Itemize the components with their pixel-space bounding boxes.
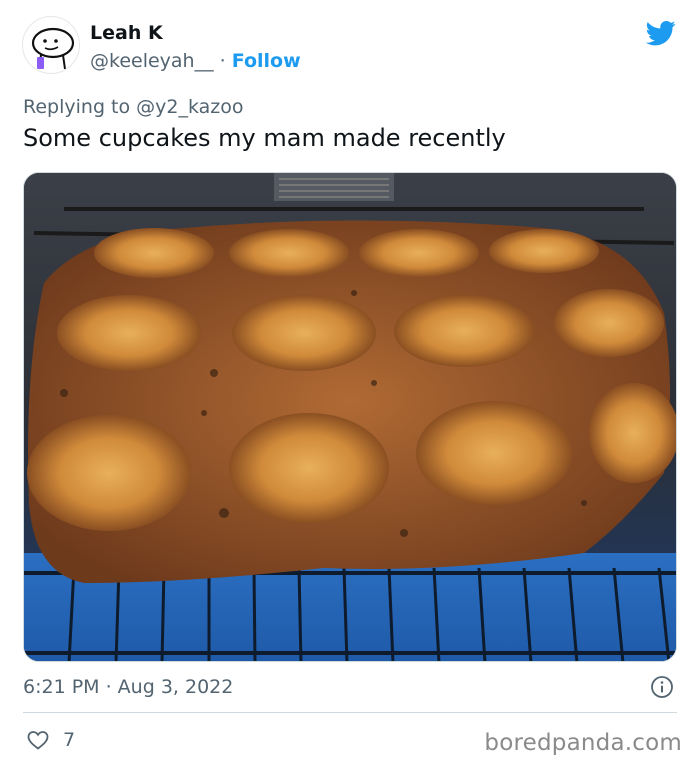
- avatar[interactable]: [22, 16, 80, 74]
- divider: [23, 712, 677, 713]
- follow-button[interactable]: Follow: [232, 50, 301, 72]
- avatar-doodle-image: [31, 27, 75, 70]
- author-handle[interactable]: @keeleyah__: [90, 50, 214, 72]
- tweet-text: Some cupcakes my mam made recently: [23, 124, 506, 152]
- replying-to-handle[interactable]: @y2_kazoo: [136, 96, 243, 118]
- tweet-timestamp[interactable]: 6:21 PM · Aug 3, 2022: [23, 676, 233, 698]
- replying-to-prefix: Replying to: [23, 96, 137, 118]
- cupcakes-photo-image: [24, 173, 676, 661]
- like-count: 7: [63, 729, 76, 751]
- heart-icon[interactable]: [26, 728, 50, 752]
- author-name[interactable]: Leah K: [90, 22, 163, 44]
- twitter-bird-icon[interactable]: [644, 18, 678, 48]
- separator-dot: ·: [219, 50, 226, 72]
- watermark: boredpanda.com: [484, 730, 682, 756]
- replying-to: Replying to @y2_kazoo: [23, 96, 244, 118]
- info-icon[interactable]: [650, 675, 674, 699]
- tweet-photo[interactable]: [23, 172, 677, 662]
- author-handle-line: @keeleyah__ · Follow: [90, 50, 301, 72]
